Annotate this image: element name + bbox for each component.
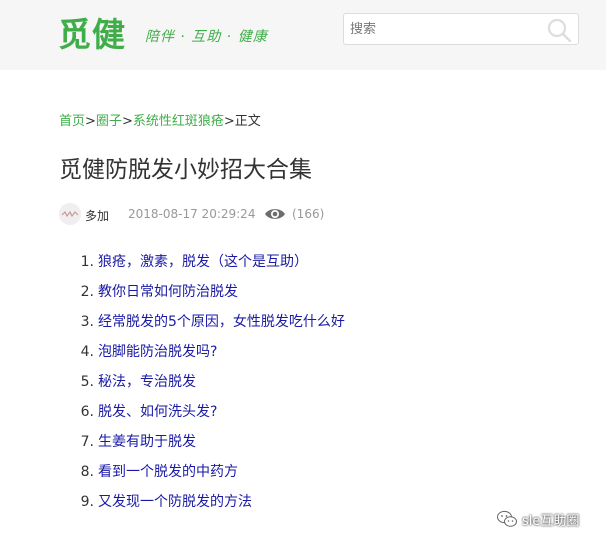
watermark-text: sle互助圈 [522, 514, 580, 529]
list-item-link[interactable]: 生姜有助于脱发 [98, 434, 196, 450]
breadcrumb-home[interactable]: 首页 [59, 114, 85, 129]
article-author[interactable]: 多加 [85, 207, 109, 224]
list-item-link[interactable]: 秘法，专治脱发 [98, 374, 196, 390]
site-header: 觅健 陪伴 · 互助 · 健康 [0, 0, 606, 70]
breadcrumb-separator: > [85, 114, 96, 129]
wechat-icon [497, 510, 517, 527]
breadcrumb-current: 正文 [234, 114, 261, 129]
list-item-link[interactable]: 教你日常如何防治脱发 [98, 284, 238, 300]
view-count: (166) [292, 207, 325, 221]
list-item: 6. 脱发、如何洗头发? [60, 400, 345, 430]
list-item: 8. 看到一个脱发的中药方 [60, 460, 345, 490]
article-list: 1. 狼疮，激素，脱发（这个是互助） 2. 教你日常如何防治脱发 3. 经常脱发的5个… [60, 250, 345, 520]
list-item-link[interactable]: 泡脚能防治脱发吗? [98, 344, 217, 360]
article-title: 觅健防脱发小妙招大合集 [59, 157, 312, 183]
list-item: 9. 又发现一个防脱发的方法 [60, 490, 345, 520]
eye-icon [265, 209, 285, 219]
list-item: 3. 经常脱发的5个原因，女性脱发吃什么好 [60, 310, 345, 340]
list-item-number: 7. [80, 434, 94, 450]
breadcrumb-sle[interactable]: 系统性红斑狼疮 [133, 114, 224, 129]
list-item-link[interactable]: 又发现一个防脱发的方法 [98, 494, 252, 510]
list-item: 2. 教你日常如何防治脱发 [60, 280, 345, 310]
list-item-number: 2. [80, 284, 94, 300]
breadcrumb-separator: > [121, 114, 133, 129]
list-item-link[interactable]: 看到一个脱发的中药方 [98, 464, 238, 480]
list-item-number: 8. [80, 464, 94, 480]
list-item-link[interactable]: 经常脱发的5个原因，女性脱发吃什么好 [98, 314, 345, 330]
search-icon[interactable] [546, 17, 572, 43]
list-item: 1. 狼疮，激素，脱发（这个是互助） [60, 250, 345, 280]
site-logo[interactable]: 觅健 [58, 8, 126, 56]
avatar[interactable] [59, 203, 81, 225]
list-item: 5. 秘法，专治脱发 [60, 370, 345, 400]
list-item-number: 9. [80, 494, 94, 510]
list-item-number: 4. [80, 344, 94, 360]
list-item: 7. 生姜有助于脱发 [60, 430, 345, 460]
list-item: 4. 泡脚能防治脱发吗? [60, 340, 345, 370]
list-item-number: 3. [80, 314, 94, 330]
list-item-number: 1. [80, 254, 94, 270]
breadcrumb-circle[interactable]: 圈子 [96, 114, 122, 129]
list-item-number: 5. [80, 374, 94, 390]
list-item-link[interactable]: 狼疮，激素，脱发（这个是互助） [98, 254, 308, 270]
search-input[interactable] [344, 14, 540, 44]
list-item-number: 6. [80, 404, 94, 420]
breadcrumb: 首页>圈子>系统性红斑狼疮>正文 [59, 110, 261, 129]
site-slogan: 陪伴 · 互助 · 健康 [145, 29, 268, 45]
search-box [343, 13, 579, 45]
article-date: 2018-08-17 20:29:24 [128, 207, 256, 221]
list-item-link[interactable]: 脱发、如何洗头发? [98, 404, 217, 420]
breadcrumb-separator: > [223, 114, 235, 129]
